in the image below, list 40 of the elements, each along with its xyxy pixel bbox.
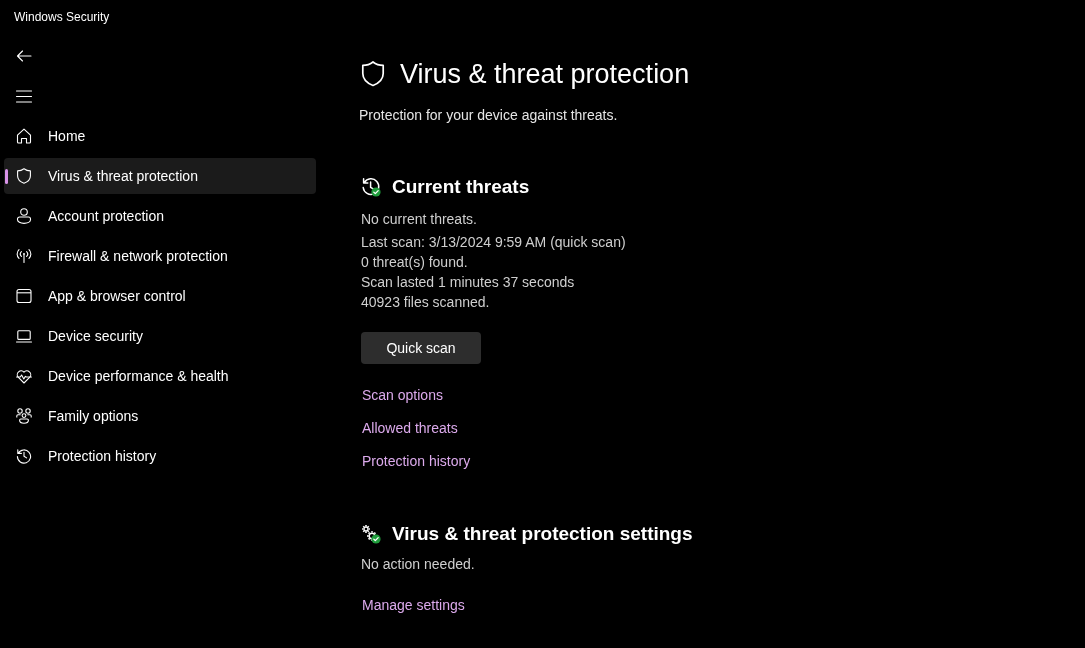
status-text: No current threats. (360, 210, 477, 229)
section-heading: Current threats (392, 175, 530, 199)
window-icon (16, 288, 32, 304)
section-heading: Virus & threat protection settings (392, 522, 693, 546)
menu-icon[interactable] (16, 89, 32, 103)
window-title: Windows Security (14, 9, 110, 25)
history-icon (16, 448, 32, 464)
quick-scan-button[interactable]: Quick scan (361, 332, 481, 364)
scan-detail-text: Last scan: 3/13/2024 9:59 AM (quick scan) (360, 233, 626, 252)
sidebar-item[interactable]: Account protection (4, 198, 316, 234)
sidebar-item[interactable]: Device security (4, 318, 316, 354)
sidebar-item[interactable]: Firewall & network protection (4, 238, 316, 274)
section-link[interactable]: Allowed threats (359, 418, 458, 438)
page-subtitle: Protection for your device against threats. (359, 106, 618, 125)
sidebar-item[interactable]: Home (4, 118, 316, 154)
antenna-icon (16, 249, 32, 263)
scan-detail-text: 0 threat(s) found. (360, 253, 469, 272)
laptop-icon (16, 329, 32, 343)
heart-pulse-icon (16, 368, 32, 384)
sidebar-item[interactable]: Device performance & health (4, 358, 316, 394)
section-link[interactable]: Scan options (359, 385, 443, 405)
section-link[interactable]: Manage settings (359, 595, 465, 615)
sidebar-item[interactable]: Protection history (4, 438, 316, 474)
selection-indicator (5, 169, 8, 184)
back-icon[interactable] (16, 48, 32, 64)
history-check-icon (361, 177, 381, 197)
person-icon (16, 208, 32, 224)
scan-detail-text: Scan lasted 1 minutes 37 seconds (360, 273, 576, 292)
shield-icon (16, 168, 32, 184)
sidebar-item[interactable]: Family options (4, 398, 316, 434)
scan-detail-text: 40923 files scanned. (360, 293, 491, 312)
sidebar-item[interactable]: App & browser control (4, 278, 316, 314)
shield-icon (361, 61, 385, 87)
status-text: No action needed. (360, 555, 475, 574)
home-icon (16, 128, 32, 144)
gears-check-icon (361, 524, 381, 544)
family-icon (16, 408, 32, 424)
section-link[interactable]: Protection history (359, 451, 471, 471)
page-title: Virus & threat protection (400, 58, 690, 91)
sidebar-item[interactable]: Virus & threat protection (4, 158, 316, 194)
